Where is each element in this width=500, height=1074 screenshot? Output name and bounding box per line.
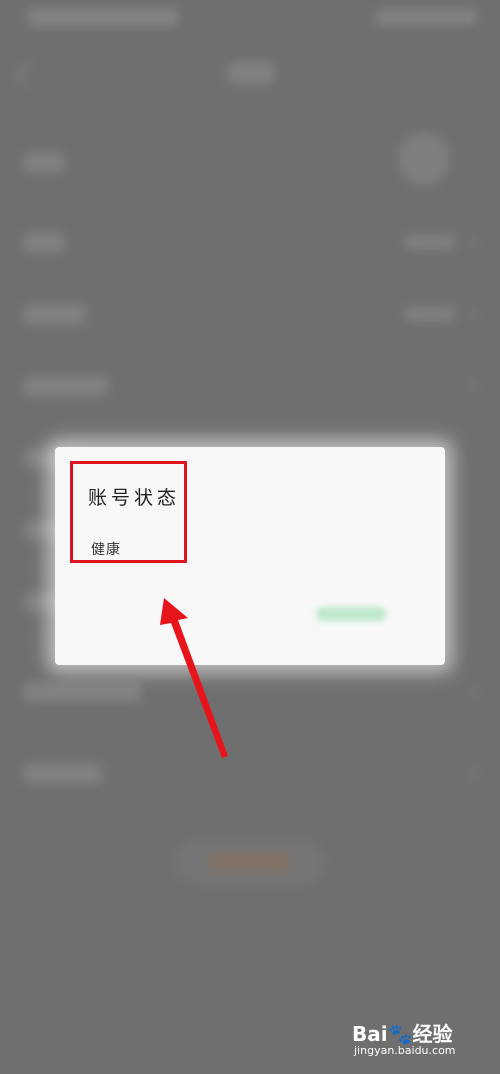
logout-button[interactable] [175, 840, 325, 884]
settings-row-label [24, 304, 86, 324]
chevron-right-icon [462, 305, 479, 322]
baidu-jingyan-watermark: Bai🐾经验 jingyan.baidu.com [352, 1018, 472, 1062]
chevron-right-icon [462, 233, 479, 250]
settings-row[interactable] [0, 280, 500, 351]
chevron-right-icon [462, 683, 479, 700]
logout-button-label [210, 854, 290, 870]
page-title [228, 62, 274, 84]
status-bar-right [376, 9, 476, 25]
settings-row-value [405, 234, 455, 250]
annotation-highlight-box [70, 461, 187, 563]
watermark-url: jingyan.baidu.com [354, 1044, 456, 1057]
settings-row-label [24, 376, 108, 396]
dialog-confirm-button[interactable] [310, 599, 400, 629]
settings-row-label [24, 232, 64, 252]
settings-row-label [24, 682, 142, 702]
status-bar-left [28, 8, 178, 26]
status-bar [0, 0, 500, 36]
nav-bar [0, 50, 500, 100]
settings-row[interactable] [0, 740, 500, 811]
watermark-logo: Bai🐾经验 [352, 1022, 453, 1046]
settings-row-label [24, 152, 64, 172]
chevron-right-icon [462, 765, 479, 782]
back-chevron-icon[interactable] [15, 61, 42, 88]
chevron-right-icon [462, 377, 479, 394]
settings-row-avatar[interactable] [0, 128, 500, 199]
settings-row-label [24, 764, 102, 784]
settings-row-value [405, 306, 455, 322]
dialog-confirm-button-label [316, 607, 386, 621]
avatar [398, 133, 450, 185]
settings-row[interactable] [0, 658, 500, 729]
settings-row[interactable] [0, 208, 500, 279]
settings-row[interactable] [0, 352, 500, 423]
